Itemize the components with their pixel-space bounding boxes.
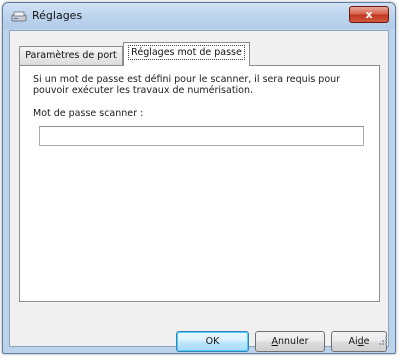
password-description: Si un mot de passe est défini pour le sc… (33, 74, 341, 96)
title-bar[interactable]: Réglages x (3, 3, 395, 29)
close-icon: x (365, 8, 373, 21)
tab-panel-password: Si un mot de passe est défini pour le sc… (19, 65, 380, 302)
cancel-label-rest: nnuler (278, 336, 309, 347)
ok-button[interactable]: OK (176, 331, 249, 352)
resize-grip-icon[interactable] (376, 334, 388, 346)
tab-port-settings-label: Paramètres de port (25, 50, 117, 61)
dialog-client-area: Paramètres de port Réglages mot de passe… (9, 30, 389, 352)
dialog-window: Réglages x Paramètres de port Réglages m… (2, 2, 396, 354)
window-title: Réglages (32, 9, 83, 22)
cancel-button[interactable]: Annuler (255, 331, 325, 352)
help-label-prefix: Ai (348, 336, 358, 347)
tab-password-settings-label: Réglages mot de passe (128, 45, 245, 60)
scanner-icon (11, 10, 28, 23)
tab-port-settings[interactable]: Paramètres de port (19, 46, 123, 65)
password-field-label: Mot de passe scanner : (33, 108, 144, 119)
tab-password-settings[interactable]: Réglages mot de passe (123, 42, 250, 66)
password-input[interactable] (39, 126, 364, 146)
help-label-rest: e (363, 336, 370, 347)
close-button[interactable]: x (349, 6, 389, 23)
